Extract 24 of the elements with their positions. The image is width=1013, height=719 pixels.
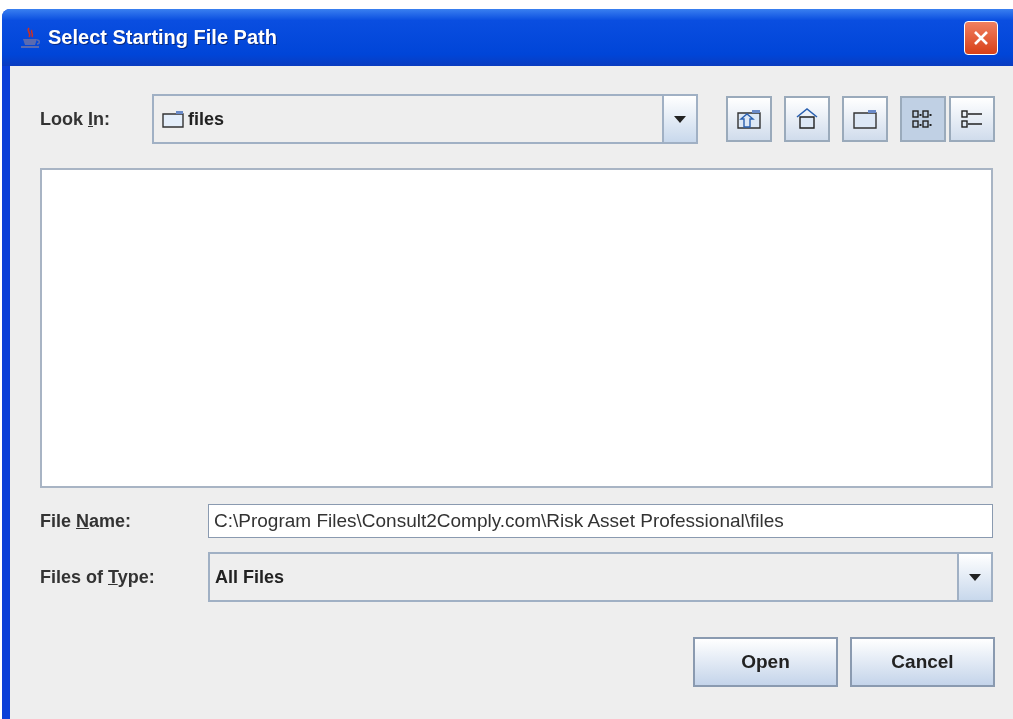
home-button[interactable] [784, 96, 830, 142]
home-icon [794, 107, 820, 131]
close-button[interactable] [964, 20, 998, 55]
look-in-label: Look In: [40, 108, 111, 130]
list-view-icon [959, 108, 985, 130]
new-folder-button[interactable] [842, 96, 888, 142]
list-view-button[interactable] [900, 96, 946, 142]
file-name-field[interactable]: C:\Program Files\Consult2Comply.com\Risk Asset Professional\files [208, 504, 993, 538]
folder-up-arrow-icon [736, 108, 762, 130]
files-of-type-dropdown[interactable]: All Files [208, 552, 993, 602]
close-icon [972, 28, 990, 47]
window-title: Select Starting File Path [48, 26, 277, 49]
up-folder-button[interactable] [726, 96, 772, 142]
cancel-button[interactable]: Cancel [850, 637, 995, 687]
files-of-type-label: Files of Type: [40, 566, 156, 588]
look-in-dropdown[interactable]: files [152, 94, 698, 144]
open-button[interactable]: Open [693, 637, 838, 687]
look-in-value: files [188, 108, 226, 130]
details-view-button[interactable] [949, 96, 995, 142]
coffee-cup-icon [20, 25, 42, 50]
folder-icon [852, 108, 878, 130]
file-name-label: File Name: [40, 510, 133, 532]
files-of-type-value: All Files [215, 566, 286, 588]
folder-icon [162, 110, 184, 128]
